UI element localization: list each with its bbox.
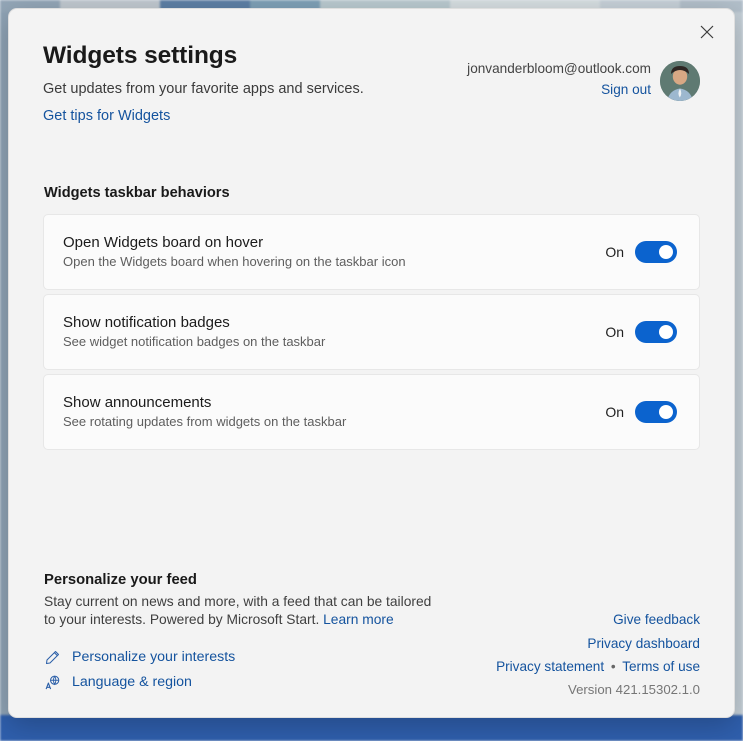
learn-more-link[interactable]: Learn more [323, 612, 394, 627]
feed-link-label: Personalize your interests [72, 649, 236, 665]
setting-control: On [605, 401, 677, 424]
close-icon [700, 25, 714, 39]
feed-description: Stay current on news and more, with a fe… [44, 593, 444, 631]
toggle-open-on-hover[interactable] [635, 241, 677, 264]
setting-description: See widget notification badges on the ta… [63, 334, 326, 350]
toggle-knob [659, 245, 673, 260]
setting-title: Show announcements [63, 393, 212, 411]
widgets-settings-dialog: Widgets settings Get updates from your f… [8, 8, 735, 718]
dialog-header: Widgets settings Get updates from your f… [9, 9, 734, 125]
version-label: Version 421.15302.1.0 [568, 682, 700, 697]
terms-of-use-link[interactable]: Terms of use [622, 659, 700, 674]
account-email: jonvanderbloom@outlook.com [467, 61, 651, 76]
setting-text: Open Widgets board on hover Open the Wid… [63, 233, 406, 271]
personalize-interests-link[interactable]: Personalize your interests [44, 649, 444, 665]
setting-row-open-on-hover[interactable]: Open Widgets board on hover Open the Wid… [43, 214, 700, 291]
setting-row-notification-badges[interactable]: Show notification badges See widget noti… [43, 294, 700, 371]
header-left: Widgets settings Get updates from your f… [43, 35, 364, 125]
setting-text: Show notification badges See widget noti… [63, 313, 325, 351]
privacy-dashboard-row: Privacy dashboard [496, 635, 700, 653]
account-area: jonvanderbloom@outlook.com Sign out [467, 35, 700, 101]
language-icon [44, 675, 61, 690]
toggle-knob [659, 405, 673, 420]
setting-title: Show notification badges [63, 313, 230, 331]
language-region-link[interactable]: Language & region [44, 674, 444, 690]
setting-text: Show announcements See rotating updates … [63, 393, 346, 431]
get-tips-link[interactable]: Get tips for Widgets [43, 108, 170, 124]
separator-dot: • [610, 659, 616, 675]
privacy-dashboard-link[interactable]: Privacy dashboard [587, 636, 700, 651]
give-feedback-link[interactable]: Give feedback [613, 612, 700, 627]
toggle-notification-badges[interactable] [635, 321, 677, 344]
setting-description: Open the Widgets board when hovering on … [63, 254, 406, 270]
feed-link-label: Language & region [72, 674, 192, 690]
account-text: jonvanderbloom@outlook.com Sign out [467, 61, 651, 99]
close-button[interactable] [688, 17, 726, 47]
privacy-statement-link[interactable]: Privacy statement [496, 659, 604, 674]
setting-control: On [605, 241, 677, 264]
feed-links: Personalize your interests Language & re… [44, 649, 444, 690]
page-subtitle: Get updates from your favorite apps and … [43, 80, 364, 97]
background-taskbar-strip [0, 715, 743, 741]
avatar[interactable] [660, 61, 700, 101]
feed-title: Personalize your feed [44, 571, 197, 588]
taskbar-behaviors-section: Widgets taskbar behaviors Open Widgets b… [9, 185, 734, 451]
section-title: Widgets taskbar behaviors [44, 185, 230, 202]
toggle-knob [659, 325, 673, 340]
personalize-feed-block: Personalize your feed Stay current on ne… [43, 572, 444, 700]
toggle-state-label: On [605, 324, 624, 341]
toggle-announcements[interactable] [635, 401, 677, 424]
privacy-terms-row: Privacy statement • Terms of use [496, 658, 700, 676]
pencil-icon [44, 650, 61, 665]
setting-row-announcements[interactable]: Show announcements See rotating updates … [43, 374, 700, 451]
setting-control: On [605, 321, 677, 344]
sign-out-link[interactable]: Sign out [601, 82, 651, 97]
avatar-image [660, 61, 700, 101]
legal-links-block: Give feedback Privacy dashboard Privacy … [496, 611, 700, 699]
toggle-state-label: On [605, 404, 624, 421]
dialog-footer: Personalize your feed Stay current on ne… [9, 572, 734, 718]
give-feedback-row: Give feedback [496, 611, 700, 629]
toggle-state-label: On [605, 244, 624, 261]
page-title: Widgets settings [43, 42, 238, 69]
setting-title: Open Widgets board on hover [63, 233, 264, 251]
setting-description: See rotating updates from widgets on the… [63, 414, 347, 430]
